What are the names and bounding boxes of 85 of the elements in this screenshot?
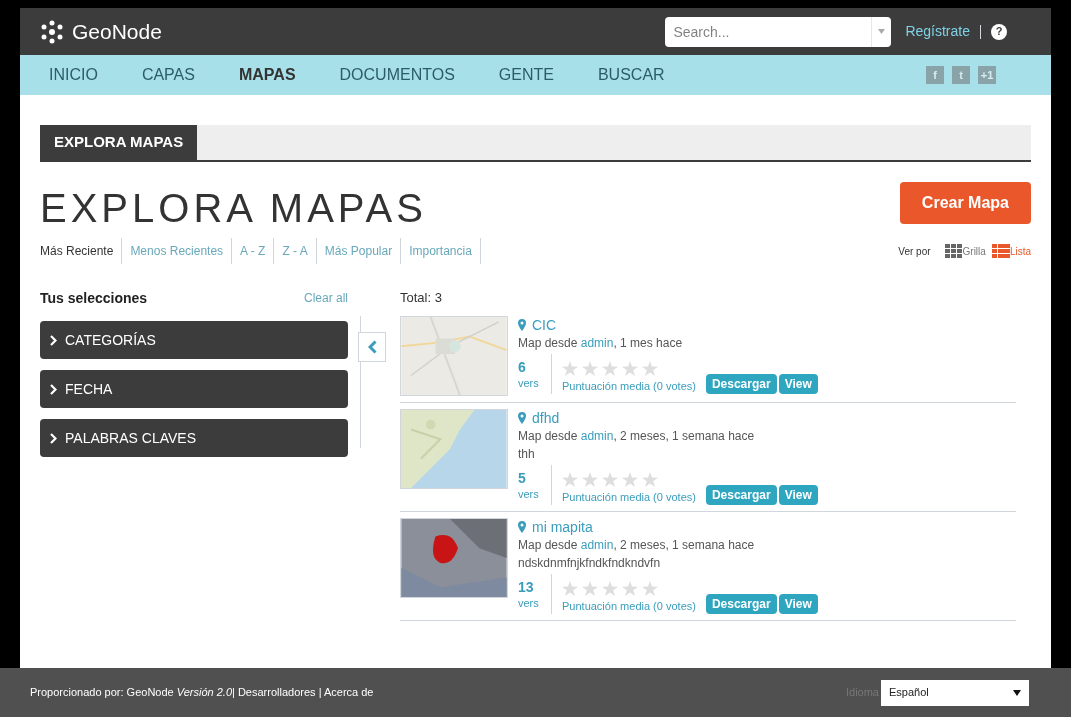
view-button[interactable]: View xyxy=(778,485,818,505)
social-icon[interactable]: t xyxy=(952,66,970,84)
nav-link[interactable]: DOCUMENTOS xyxy=(339,63,455,87)
grid-icon xyxy=(944,244,963,258)
download-button[interactable]: Descargar xyxy=(705,374,777,394)
nav-link[interactable]: BUSCAR xyxy=(597,63,665,87)
chevron-icon xyxy=(50,383,57,395)
chevron-icon xyxy=(50,432,57,444)
filter-accordion[interactable]: FECHA xyxy=(40,370,348,408)
star-icon[interactable] xyxy=(642,360,658,376)
search-field[interactable]: Search... xyxy=(665,16,872,47)
sort-option[interactable]: Z - A xyxy=(274,238,317,264)
star-icon[interactable] xyxy=(562,471,578,487)
register-link[interactable]: Regístrate xyxy=(905,21,970,42)
chevron-icon xyxy=(367,340,377,354)
filters-title: Tus selecciones xyxy=(40,288,148,308)
breadcrumb-tab[interactable]: EXPLORA MAPAS xyxy=(40,125,198,160)
map-abstract: ndskdnmfnjkfndkfndkndvfn xyxy=(518,555,662,572)
view-count: 5 xyxy=(518,469,527,487)
location-pin-icon xyxy=(518,319,526,331)
create-map-button[interactable]: Crear Mapa xyxy=(899,182,1031,224)
list-icon xyxy=(991,244,1010,258)
view-count: 13 xyxy=(518,578,535,596)
caret-icon xyxy=(878,29,886,34)
view-button[interactable]: View xyxy=(778,594,818,614)
map-meta: Map desde admin, 2 meses, 1 semana hace xyxy=(518,428,756,445)
views-label: vers xyxy=(518,487,540,501)
caret-icon xyxy=(1013,689,1021,696)
star-icon[interactable] xyxy=(642,580,658,596)
total-count: Total: 3 xyxy=(400,289,443,308)
star-icon[interactable] xyxy=(622,580,638,596)
view-by-label: Ver por xyxy=(898,244,931,259)
rating-text: Puntuación media (0 votes) xyxy=(562,489,696,505)
rating-text: Puntuación media (0 votes) xyxy=(562,598,696,614)
star-icon[interactable] xyxy=(642,471,658,487)
nav-link[interactable]: INICIO xyxy=(49,63,98,87)
sort-option[interactable]: A - Z xyxy=(232,238,275,264)
map-meta: Map desde admin, 2 meses, 1 semana hace xyxy=(518,537,756,554)
page-title: EXPLORA MAPAS xyxy=(40,188,427,228)
sort-option[interactable]: Importancia xyxy=(401,238,481,264)
views-label: vers xyxy=(518,376,540,390)
chevron-icon xyxy=(50,334,57,346)
sort-option[interactable]: Más Popular xyxy=(316,238,402,264)
logo-icon xyxy=(40,19,64,44)
filter-accordion[interactable]: PALABRAS CLAVES xyxy=(40,419,348,457)
rating-text: Puntuación media (0 votes) xyxy=(562,378,696,394)
star-icon[interactable] xyxy=(562,360,578,376)
help-icon[interactable]: ? xyxy=(991,23,1007,40)
download-button[interactable]: Descargar xyxy=(705,594,777,614)
location-pin-icon xyxy=(518,521,526,533)
collapse-button[interactable] xyxy=(358,332,386,362)
map-meta: Map desde admin, 1 mes hace xyxy=(518,335,684,352)
nav-link[interactable]: MAPAS xyxy=(238,63,296,87)
clear-all-link[interactable]: Clear all xyxy=(304,289,348,307)
star-icon[interactable] xyxy=(582,580,598,596)
star-icon[interactable] xyxy=(582,471,598,487)
nav-link[interactable]: GENTE xyxy=(498,63,554,87)
social-icon[interactable]: f xyxy=(926,66,944,84)
logo[interactable]: GeoNode xyxy=(72,15,162,48)
view-option[interactable]: Lista xyxy=(991,243,1031,259)
view-count: 6 xyxy=(518,358,527,376)
download-button[interactable]: Descargar xyxy=(705,485,777,505)
map-title-link[interactable]: CIC xyxy=(518,316,1016,334)
map-title-link[interactable]: mi mapita xyxy=(518,518,1016,536)
views-label: vers xyxy=(518,596,540,610)
sort-option[interactable]: Menos Recientes xyxy=(122,238,233,264)
map-title-link[interactable]: dfhd xyxy=(518,409,1016,427)
location-pin-icon xyxy=(518,412,526,424)
footer-text: Proporcionado por: GeoNode Versión 2.0| Desarrolladores | Acerca de xyxy=(30,685,374,701)
star-icon[interactable] xyxy=(562,580,578,596)
star-icon[interactable] xyxy=(622,360,638,376)
nav-link[interactable]: CAPAS xyxy=(141,63,195,87)
dropdown-button[interactable] xyxy=(871,16,892,47)
map-abstract: thh xyxy=(518,446,536,463)
language-select[interactable]: Español xyxy=(881,679,1029,706)
filter-accordion[interactable]: CATEGORÍAS xyxy=(40,321,348,359)
star-icon[interactable] xyxy=(582,360,598,376)
view-option[interactable]: Grilla xyxy=(944,243,986,259)
star-icon[interactable] xyxy=(602,360,618,376)
star-icon[interactable] xyxy=(602,471,618,487)
sort-option[interactable]: Más Reciente xyxy=(40,238,123,264)
star-icon[interactable] xyxy=(602,580,618,596)
star-icon[interactable] xyxy=(622,471,638,487)
social-icon[interactable]: +1 xyxy=(978,66,996,84)
view-button[interactable]: View xyxy=(778,374,818,394)
